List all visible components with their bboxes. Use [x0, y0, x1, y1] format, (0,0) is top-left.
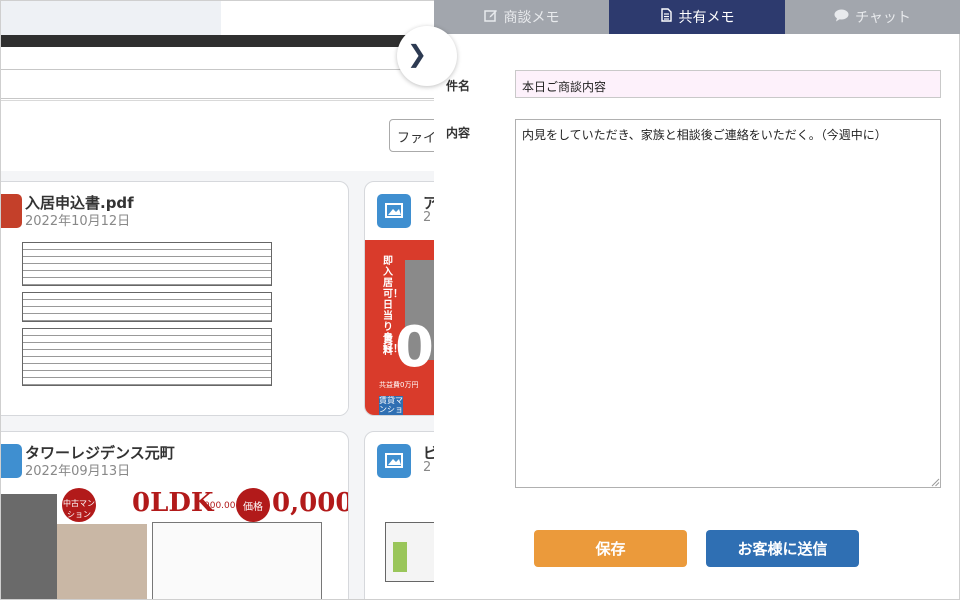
image-file-icon	[377, 194, 411, 228]
file-date: 2	[423, 210, 432, 225]
collapse-panel-button[interactable]: ❯	[397, 26, 457, 86]
image-file-icon	[1, 444, 22, 478]
ad-price: 0,000	[272, 488, 349, 518]
tab-shared-memo[interactable]: 共有メモ	[609, 0, 785, 34]
ad-rent-label: 賃料	[383, 335, 393, 357]
content-textarea[interactable]: 内見をしていただき、家族と相談後ご連絡をいただく。（今週中に）	[515, 119, 941, 488]
chat-bubble-icon	[834, 9, 849, 26]
search-row	[1, 47, 434, 101]
send-to-customer-button[interactable]: お客様に送信	[706, 530, 859, 567]
tab-label: 商談メモ	[503, 10, 560, 26]
tab-label: 共有メモ	[678, 10, 735, 26]
file-card[interactable]: ビ 2	[364, 431, 434, 599]
resize-handle-icon[interactable]	[931, 478, 940, 487]
header-divider	[1, 35, 434, 47]
ad-fee: 共益費0万円	[379, 381, 419, 389]
subject-label: 件名	[446, 79, 471, 93]
file-thumbnail: 即入居可！日当り良好！ 賃料 0 共益費0万円 賃貸マンション	[365, 240, 434, 415]
edit-icon	[483, 8, 498, 26]
app-header	[1, 1, 434, 35]
file-card[interactable]: タワーレジデンス元町 2022年09月13日 中古マンション 0LDK 000.…	[1, 431, 349, 599]
search-input[interactable]	[1, 69, 434, 99]
ad-price-tag: 価格	[236, 488, 270, 522]
content-label: 内容	[446, 126, 471, 140]
tab-chat[interactable]: チャット	[785, 0, 960, 34]
save-button[interactable]: 保存	[534, 530, 687, 567]
chevron-right-icon: ❯	[407, 40, 428, 68]
file-card[interactable]: ア 2 即入居可！日当り良好！ 賃料 0 共益費0万円 賃貸マンション	[364, 181, 434, 416]
tab-label: チャット	[855, 10, 911, 26]
file-card[interactable]: 入居申込書.pdf 2022年10月12日	[1, 181, 349, 416]
ad-layout: 0LDK	[132, 488, 214, 518]
file-date: 2022年09月13日	[25, 464, 131, 479]
file-thumbnail	[365, 502, 434, 599]
file-thumbnail	[1, 238, 348, 415]
document-icon	[660, 8, 673, 26]
file-date: 2	[423, 460, 432, 475]
tab-business-memo[interactable]: 商談メモ	[434, 0, 609, 34]
file-thumbnail: 中古マンション 0LDK 000.00㎡ 価格 0,000	[1, 488, 349, 599]
subject-field[interactable]: 本日ご商談内容	[515, 70, 941, 98]
memo-tabs: 商談メモ 共有メモ チャット	[434, 0, 960, 34]
ad-badge: 賃貸マンション	[379, 396, 403, 415]
memo-panel: 商談メモ 共有メモ チャット 件名 本日ご商談内容 内容 内見をしていただき、家…	[434, 0, 960, 600]
file-browser: ファイ 入居申込書.pdf 2022年10月12日 ア 2 即入居可！日当り良好…	[0, 0, 434, 600]
pdf-file-icon	[1, 194, 22, 228]
ad-tag: 中古マンション	[62, 488, 96, 522]
file-toolbar	[1, 101, 434, 171]
file-filter-button[interactable]: ファイ	[389, 119, 434, 152]
file-date: 2022年10月12日	[25, 214, 131, 229]
image-file-icon	[377, 444, 411, 478]
